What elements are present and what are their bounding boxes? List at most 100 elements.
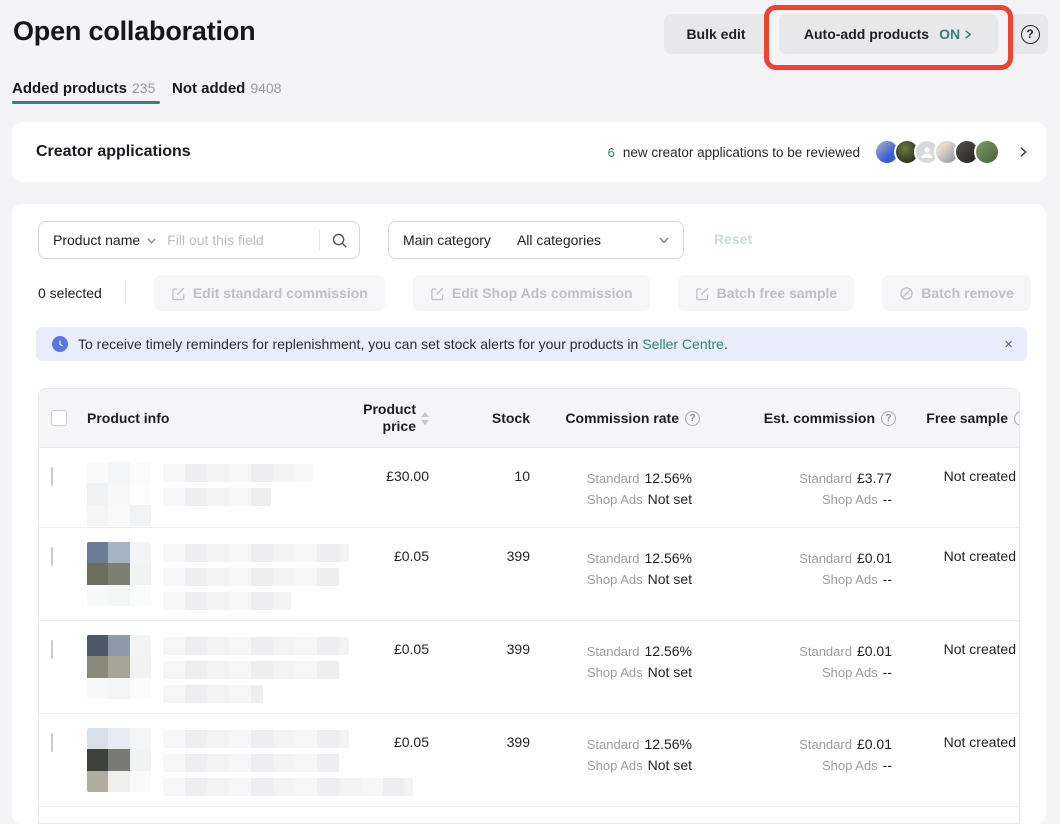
product-price-cell: £0.05 [319,528,429,564]
close-icon[interactable]: × [1004,337,1013,352]
est-commission-cell: Standard£0.01 Shop Ads-- [700,528,896,590]
reset-button[interactable]: Reset [714,231,752,247]
product-thumbnail-blurred [87,462,151,526]
page-title: Open collaboration [13,16,255,47]
table-row[interactable]: £0.05 399 Standard12.56% Shop AdsNot set… [39,621,1019,714]
tab-not-added[interactable]: Not added 9408 [172,80,282,97]
stock-cell: 399 [429,621,530,657]
divider [125,282,126,304]
help-button[interactable]: ? [1012,14,1048,54]
product-thumbnail-blurred [87,635,151,699]
bulk-edit-button[interactable]: Bulk edit [664,14,768,54]
product-price-cell: £30.00 [319,448,429,484]
auto-add-label: Auto-add products [804,26,929,42]
free-sample-cell: Not created [896,448,1020,484]
tab-label: Not added [172,80,245,97]
chevron-right-icon [962,29,973,40]
batch-remove-button[interactable]: Batch remove [882,275,1031,311]
edit-icon [171,286,186,301]
tab-added-products[interactable]: Added products 235 [12,80,155,97]
est-commission-cell: Standard£0.01 Shop Ads-- [700,714,896,776]
auto-add-products-button[interactable]: Auto-add products ON [779,14,998,54]
category-label: Main category [389,232,491,248]
search-icon[interactable] [320,232,359,249]
commission-rate-cell: Standard12.56% Shop AdsNot set [530,448,700,510]
avatar [974,139,1000,165]
question-mark-icon: ? [1021,25,1040,44]
creator-applications-card[interactable]: Creator applications 6 new creator appli… [12,122,1046,182]
product-info-cell [79,621,319,703]
seller-centre-link[interactable]: Seller Centre [642,336,724,352]
banner-text: To receive timely reminders for replenis… [78,336,638,352]
clock-icon [52,336,68,352]
product-info-cell [79,528,319,610]
column-header-product-info: Product info [79,410,319,426]
product-price-cell: £0.05 [319,714,429,750]
new-applications-message: new creator applications to be reviewed [623,145,860,160]
category-value: All categories [491,232,658,248]
selected-count: 0 selected [38,285,102,301]
bulk-actions-row: 0 selected Edit standard commission Edit… [38,275,1031,311]
products-panel: Product name Main category All categorie… [12,204,1046,824]
free-sample-cell: Not created [896,528,1020,564]
edit-shop-ads-commission-button[interactable]: Edit Shop Ads commission [413,275,650,311]
product-thumbnail-blurred [87,728,151,792]
column-header-free-sample: Free sample ? [896,410,1020,426]
table-header-row: Product info Product price Stock Commiss… [39,389,1019,448]
auto-add-state: ON [939,26,973,42]
person-icon [919,144,935,160]
stock-cell: 10 [429,448,530,484]
stock-cell: 399 [429,528,530,564]
commission-rate-cell: Standard12.56% Shop AdsNot set [530,528,700,590]
info-question-icon[interactable]: ? [685,411,700,426]
tab-count: 9408 [250,80,281,96]
row-checkbox[interactable] [51,733,53,752]
tab-label: Added products [12,80,127,97]
product-info-cell [79,448,319,526]
products-table: Product info Product price Stock Commiss… [38,388,1020,824]
banner-text-period: . [724,336,728,352]
table-row[interactable]: £0.05 399 Standard12.56% Shop AdsNot set… [39,714,1019,807]
product-title-blurred [163,462,313,526]
row-checkbox[interactable] [51,467,53,486]
chevron-down-icon [658,234,683,246]
commission-rate-cell: Standard12.56% Shop AdsNot set [530,621,700,683]
category-select[interactable]: Main category All categories [388,221,684,259]
row-checkbox[interactable] [51,640,53,659]
free-sample-cell: Not created [896,621,1020,657]
sort-icon[interactable] [421,412,429,425]
edit-icon [695,286,710,301]
select-all-checkbox[interactable] [51,410,67,426]
edit-icon [430,286,445,301]
table-row[interactable]: £30.00 10 Standard12.56% Shop AdsNot set… [39,448,1019,528]
row-checkbox[interactable] [51,547,53,566]
search-input[interactable] [157,232,319,248]
search-field-selector[interactable]: Product name [39,232,157,248]
column-header-product-price[interactable]: Product price [319,401,429,435]
product-thumbnail-blurred [87,542,151,606]
commission-rate-cell: Standard12.56% Shop AdsNot set [530,714,700,776]
product-search-box: Product name [38,221,360,259]
prohibit-icon [899,286,914,301]
chevron-down-icon [146,235,157,246]
free-sample-cell: Not created [896,714,1020,750]
tab-count: 235 [132,80,155,96]
product-price-cell: £0.05 [319,621,429,657]
product-info-cell [79,714,319,796]
column-header-commission-rate: Commission rate ? [530,410,700,426]
new-applications-count: 6 [608,145,615,160]
batch-free-sample-button[interactable]: Batch free sample [678,275,855,311]
creator-applications-summary: 6 new creator applications to be reviewe… [608,139,1030,165]
chevron-right-icon[interactable] [1016,145,1030,159]
table-row[interactable]: £0.05 399 Standard12.56% Shop AdsNot set… [39,528,1019,621]
stock-alert-banner: To receive timely reminders for replenis… [36,327,1027,361]
stock-cell: 399 [429,714,530,750]
column-header-stock: Stock [429,410,530,426]
column-header-est-commission: Est. commission ? [700,410,896,426]
est-commission-cell: Standard£3.77 Shop Ads-- [700,448,896,510]
info-question-icon[interactable]: ? [881,411,896,426]
edit-standard-commission-button[interactable]: Edit standard commission [154,275,385,311]
info-question-icon[interactable]: ? [1014,411,1020,426]
creator-applications-title: Creator applications [36,143,191,161]
creator-avatar-stack [874,139,1000,165]
